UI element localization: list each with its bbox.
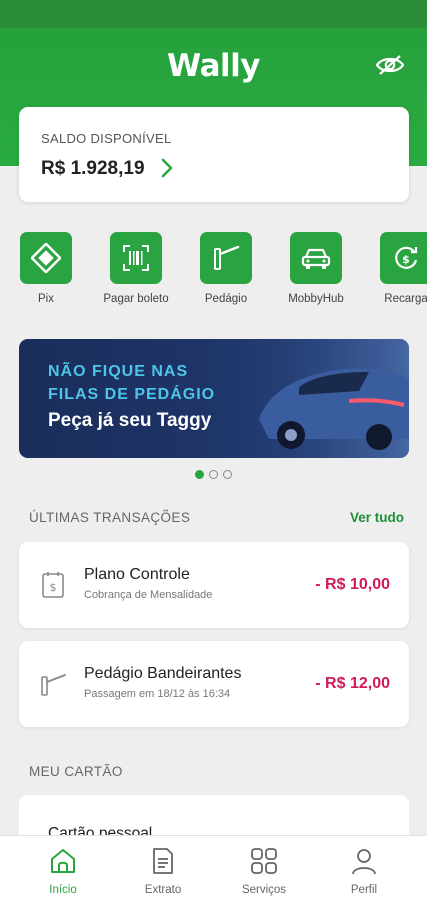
action-toll[interactable]: Pedágio (181, 232, 271, 305)
bill-icon: $ (42, 572, 64, 598)
profile-icon (352, 849, 376, 875)
svg-text:$: $ (402, 253, 410, 266)
toll-gate-icon (41, 674, 66, 696)
bottom-navigation: Início Extrato Serviços Perfil (0, 835, 427, 900)
carousel-dot-active[interactable] (195, 470, 204, 479)
nav-label: Extrato (144, 884, 182, 896)
chevron-right-icon (161, 158, 173, 178)
see-all-link[interactable]: Ver tudo (350, 510, 404, 525)
pix-icon (31, 243, 61, 273)
carousel-dot[interactable] (209, 470, 218, 479)
action-label: Recarga (384, 293, 427, 305)
action-label: MobbyHub (288, 293, 344, 305)
nav-services[interactable]: Serviços (214, 836, 314, 900)
balance-label: SALDO DISPONÍVEL (41, 131, 172, 146)
banner-headline-1: NÃO FIQUE NAS (48, 363, 189, 380)
balance-value: R$ 1.928,19 (41, 158, 145, 179)
transaction-title: Pedágio Bandeirantes (84, 665, 242, 682)
action-label: Pagar boleto (103, 293, 169, 305)
balance-card[interactable]: SALDO DISPONÍVEL R$ 1.928,19 (19, 107, 409, 202)
car-icon (301, 248, 331, 269)
home-icon (51, 849, 75, 873)
transaction-amount: - R$ 10,00 (315, 576, 390, 593)
svg-text:$: $ (50, 581, 57, 594)
banner-cta: Peça já seu Taggy (48, 410, 212, 431)
services-grid-icon (251, 848, 277, 874)
action-pay-bill[interactable]: Pagar boleto (91, 232, 181, 305)
hide-balance-button[interactable] (373, 52, 407, 78)
toll-gate-icon (214, 245, 240, 270)
nav-label: Início (49, 884, 77, 896)
app-logo: Wally (167, 48, 260, 84)
quick-actions: Pix Pagar boleto Pedágio MobbyHub $ Reca… (0, 232, 427, 312)
transaction-subtitle: Passagem em 18/12 às 16:34 (84, 688, 231, 700)
status-bar (0, 0, 427, 28)
banner-headline-2: FILAS DE PEDÁGIO (48, 386, 216, 403)
action-recharge[interactable]: $ Recarga (361, 232, 427, 305)
nav-label: Perfil (350, 884, 378, 896)
card-section-title: MEU CARTÃO (29, 764, 123, 779)
transaction-item[interactable]: $ Plano Controle Cobrança de Mensalidade… (19, 542, 409, 628)
nav-profile[interactable]: Perfil (314, 836, 414, 900)
carousel-dot[interactable] (223, 470, 232, 479)
promo-banner[interactable]: NÃO FIQUE NAS FILAS DE PEDÁGIO Peça já s… (19, 339, 409, 458)
transaction-item[interactable]: Pedágio Bandeirantes Passagem em 18/12 à… (19, 641, 409, 727)
eye-slash-icon (375, 55, 405, 75)
nav-statement[interactable]: Extrato (113, 836, 213, 900)
action-pix[interactable]: Pix (1, 232, 91, 305)
transaction-amount: - R$ 12,00 (315, 675, 390, 692)
action-label: Pedágio (204, 293, 248, 305)
transaction-subtitle: Cobrança de Mensalidade (84, 589, 213, 601)
statement-icon (153, 848, 173, 874)
barcode-scan-icon (123, 245, 149, 271)
action-label: Pix (38, 293, 54, 305)
carousel-indicators (0, 470, 427, 482)
transaction-title: Plano Controle (84, 566, 190, 583)
car-illustration (229, 339, 409, 458)
nav-home[interactable]: Início (13, 836, 113, 900)
transactions-section-title: ÚLTIMAS TRANSAÇÕES (29, 510, 191, 525)
nav-label: Serviços (241, 884, 287, 896)
action-mobbyhub[interactable]: MobbyHub (271, 232, 361, 305)
recharge-icon: $ (395, 246, 418, 269)
